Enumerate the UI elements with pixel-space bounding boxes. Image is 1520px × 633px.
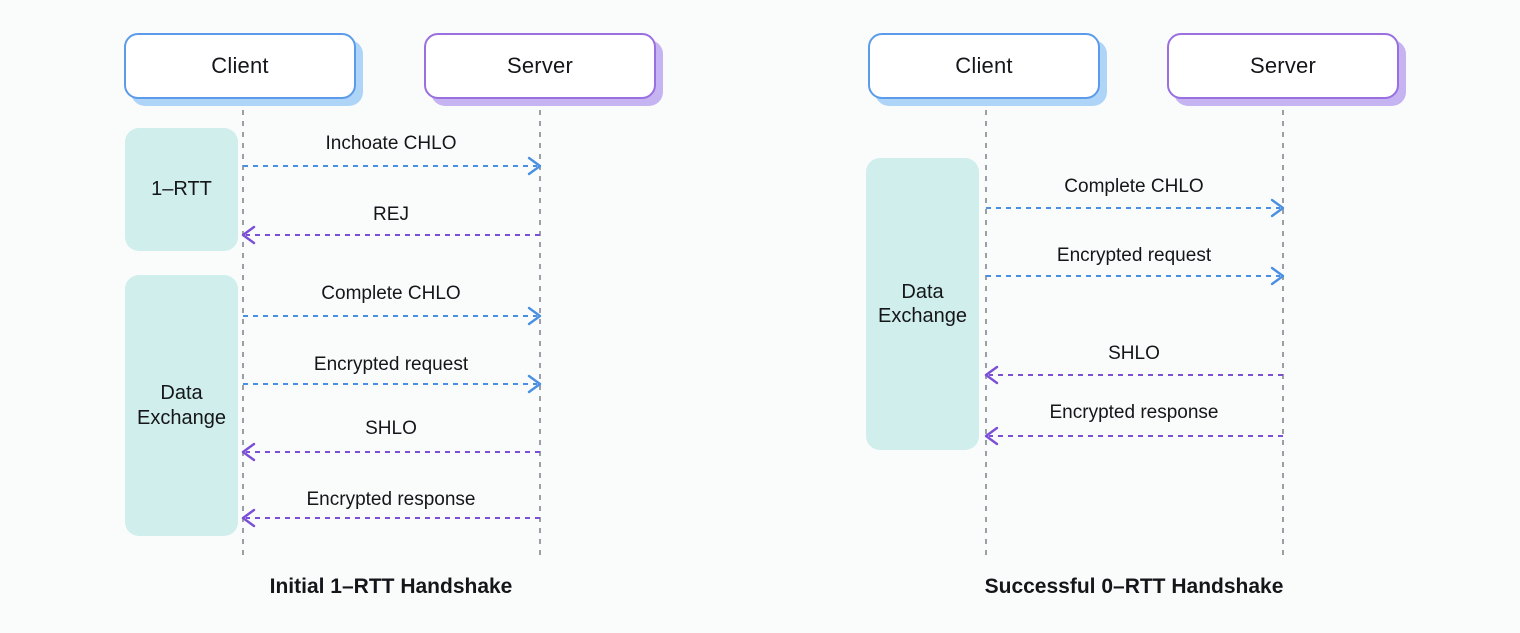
phase-label: Data Exchange xyxy=(878,280,967,327)
message-label: Encrypted request xyxy=(1056,245,1212,266)
message-label: Encrypted response xyxy=(1049,402,1219,423)
message-arrow-initial-1rtt-5 xyxy=(241,508,540,528)
message-arrow-successful-0rtt-1 xyxy=(986,266,1285,286)
actor-box-client[interactable]: Client xyxy=(124,33,356,99)
phase-box-data-exchange: Data Exchange xyxy=(866,158,979,450)
phase-box-data-exchange: Data Exchange xyxy=(125,275,238,536)
phase-box-1-rtt: 1–RTT xyxy=(125,128,238,251)
actor-box-client[interactable]: Client xyxy=(868,33,1100,99)
message-label: Inchoate CHLO xyxy=(325,133,457,154)
message-arrow-successful-0rtt-0 xyxy=(986,198,1285,218)
phase-label: Data Exchange xyxy=(137,382,226,429)
actor-label: Client xyxy=(955,53,1013,78)
message-label: SHLO xyxy=(365,418,417,439)
message-label: SHLO xyxy=(1108,343,1160,364)
message-arrow-initial-1rtt-4 xyxy=(241,442,540,462)
actor-label: Client xyxy=(211,53,269,78)
message-arrow-initial-1rtt-2 xyxy=(243,306,542,326)
sequence-diagram-canvas: 1–RTT Data Exchange Client Server Inchoate CH… xyxy=(0,0,1520,633)
message-label: Encrypted response xyxy=(306,489,476,510)
phase-label: 1–RTT xyxy=(151,178,212,201)
message-arrow-initial-1rtt-0 xyxy=(243,156,542,176)
actor-label: Server xyxy=(507,53,573,78)
actor-box-server[interactable]: Server xyxy=(1167,33,1399,99)
message-arrow-initial-1rtt-3 xyxy=(243,374,542,394)
message-label: Encrypted request xyxy=(313,354,469,375)
message-label: Complete CHLO xyxy=(1064,176,1204,197)
message-arrow-successful-0rtt-2 xyxy=(984,365,1283,385)
message-arrow-successful-0rtt-3 xyxy=(984,426,1283,446)
message-label: REJ xyxy=(373,204,409,225)
diagram-caption-initial-1rtt: Initial 1–RTT Handshake xyxy=(269,575,513,598)
message-label: Complete CHLO xyxy=(321,283,461,304)
actor-box-server[interactable]: Server xyxy=(424,33,656,99)
message-arrow-initial-1rtt-1 xyxy=(241,225,540,245)
diagram-caption-successful-0rtt: Successful 0–RTT Handshake xyxy=(984,575,1284,598)
actor-label: Server xyxy=(1250,53,1316,78)
